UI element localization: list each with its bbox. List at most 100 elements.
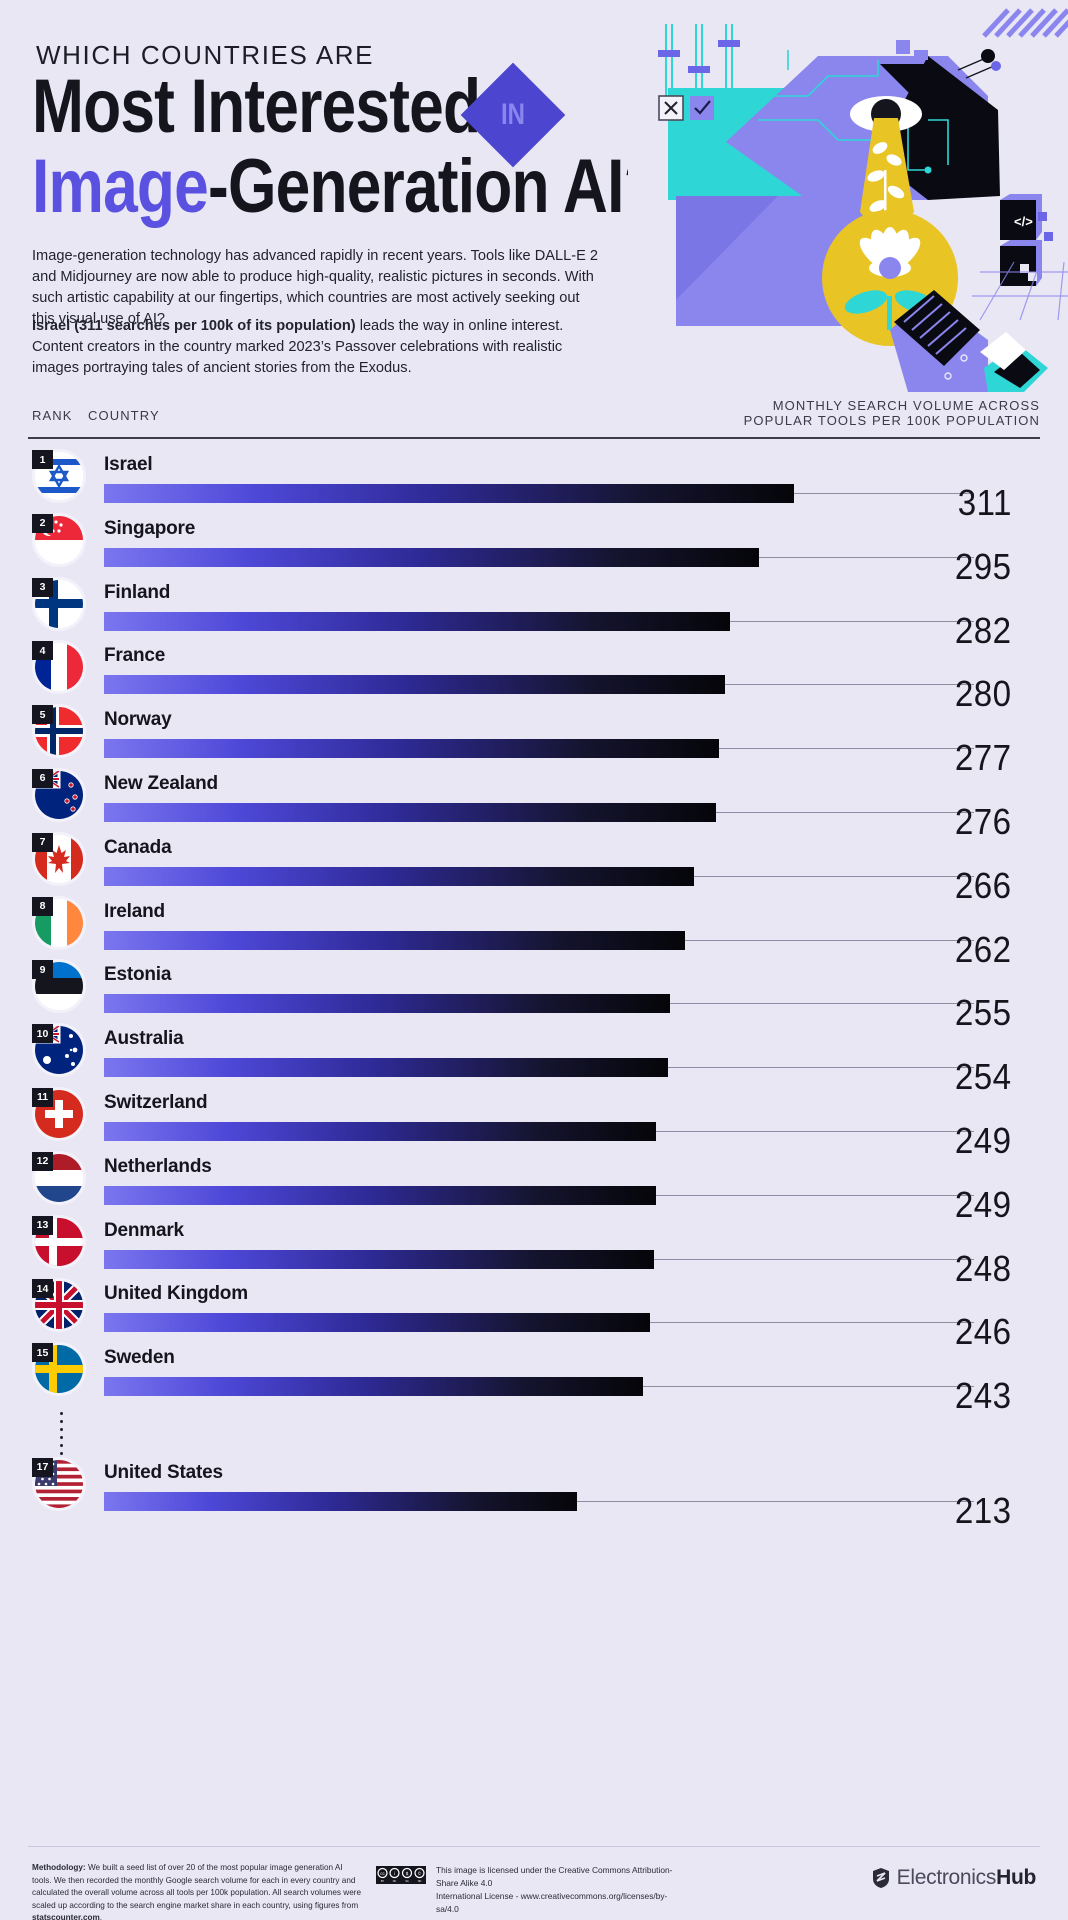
logo-light: Electronics (896, 1866, 997, 1889)
country-name: New Zealand (104, 772, 218, 794)
rank-badge: 11 (32, 1087, 53, 1107)
leader-line (725, 684, 974, 686)
value-bar (104, 1185, 657, 1205)
table-row: 1 Israel 311 (0, 448, 1068, 523)
logo-bold: Hub (996, 1866, 1036, 1889)
bar-track: 295 (104, 546, 1040, 587)
column-header-value-line1: MONTHLY SEARCH VOLUME ACROSS (772, 398, 1040, 413)
table-row: 13 Denmark 248 (0, 1214, 1068, 1289)
methodology-source: statscounter.com (32, 1913, 100, 1920)
bar-track: 276 (104, 801, 1040, 842)
value-bar (104, 484, 794, 503)
svg-text:NC: NC (393, 1880, 397, 1883)
electronicshub-logo[interactable]: ElectronicsHub (872, 1866, 1036, 1890)
value-label: 213 (955, 1489, 1012, 1531)
table-row: 10 Australia 254 (0, 1022, 1068, 1097)
country-name: Netherlands (104, 1155, 212, 1177)
value-label: 243 (955, 1375, 1012, 1417)
flag-wrap: 12 (32, 1151, 84, 1206)
leader-line (716, 811, 974, 813)
value-bar (104, 547, 759, 567)
table-row: 3 Finland 282 (0, 576, 1068, 651)
country-name: United States (104, 1461, 223, 1483)
flag-wrap: 11 (32, 1087, 84, 1142)
flag-wrap: 2 (32, 513, 84, 568)
table-row: 9 Estonia 255 (0, 958, 1068, 1033)
flag-wrap: 5 (32, 705, 84, 759)
value-bar (104, 739, 719, 759)
bar-track: 249 (104, 1184, 1040, 1225)
in-badge-label: IN (501, 98, 525, 131)
flag-wrap: 14 (32, 1279, 84, 1333)
rank-badge: 8 (32, 896, 53, 916)
page-title-line1: Most Interested (32, 64, 481, 149)
leader-line (718, 748, 974, 750)
country-name: Ireland (104, 900, 165, 922)
bar-track: 266 (104, 865, 1040, 906)
country-name: France (104, 645, 166, 667)
value-bar (104, 1058, 668, 1078)
value-bar (104, 611, 730, 631)
title-line2-rest: -Generation AI? (208, 144, 662, 229)
leader-line (649, 1322, 974, 1324)
leader-line (654, 1258, 974, 1260)
value-bar (104, 1377, 644, 1397)
svg-text:SA: SA (405, 1880, 409, 1883)
table-row: 2 Singapore 295 (0, 512, 1068, 587)
license-line2: International License - www.creativecomm… (436, 1891, 668, 1914)
country-name: Australia (104, 1028, 184, 1050)
illustration-svg: </> (628, 0, 1068, 392)
country-name: Denmark (104, 1219, 184, 1241)
rank-badge: 15 (32, 1343, 53, 1363)
bar-track: 277 (104, 737, 1040, 778)
bar-track: 246 (104, 1311, 1040, 1352)
title-accent-word: Image (32, 144, 209, 229)
table-row: 4 France 280 (0, 639, 1068, 714)
leader-line (669, 1003, 974, 1005)
bar-track: 262 (104, 929, 1040, 970)
rank-badge: 4 (32, 641, 53, 661)
ranking-rows: 1 Israel 311 2 Singapore 295 3 Finland 282 4 Franc… (0, 448, 1068, 1531)
country-name: Israel (104, 454, 153, 475)
flag-wrap: 3 (32, 577, 84, 632)
flag-wrap: 7 (32, 832, 84, 887)
bar-track: 254 (104, 1056, 1040, 1097)
highlight-bold: Israel (311 searches per 100k of its pop… (32, 318, 356, 334)
value-bar (104, 1121, 657, 1141)
flag-wrap: 9 (32, 960, 84, 1014)
leader-line (667, 1067, 974, 1069)
table-row: 15 Sweden 243 (0, 1341, 1068, 1416)
license-text: This image is licensed under the Creativ… (436, 1864, 686, 1916)
rank-badge: 2 (32, 513, 53, 533)
bar-track: 255 (104, 992, 1040, 1033)
flag-wrap: 13 (32, 1215, 84, 1270)
leader-line (656, 1130, 974, 1132)
highlight-paragraph: Israel (311 searches per 100k of its pop… (32, 316, 602, 379)
robot-hands-illustration: </> (628, 0, 1068, 392)
svg-text:BY: BY (381, 1880, 385, 1883)
column-header-rank: RANK (32, 408, 73, 423)
rank-badge: 7 (32, 832, 53, 852)
flag-wrap: 6 (32, 768, 84, 823)
leader-line (576, 1500, 974, 1502)
value-bar (104, 866, 695, 886)
rank-badge: 13 (32, 1215, 53, 1235)
country-name: Canada (104, 836, 172, 858)
flag-wrap: 17 (32, 1457, 84, 1512)
leader-line (694, 875, 974, 877)
country-name: Estonia (104, 964, 172, 986)
bar-track: 311 (104, 482, 1040, 523)
bar-track: 243 (104, 1375, 1040, 1416)
rank-gap-dots (60, 1412, 63, 1455)
leader-line (758, 556, 974, 558)
svg-text:ND: ND (418, 1880, 422, 1883)
column-header-country: COUNTRY (88, 408, 160, 423)
rank-badge: 6 (32, 768, 53, 788)
value-bar (104, 675, 726, 695)
rank-badge: 14 (32, 1279, 53, 1299)
bar-track: 248 (104, 1248, 1040, 1289)
country-name: Switzerland (104, 1091, 208, 1113)
infographic-page: WHICH COUNTRIES ARE Most Interested Imag… (0, 0, 1068, 1920)
creative-commons-icon: cc i $ © BY NC SA ND (376, 1866, 426, 1884)
svg-text:i: i (394, 1871, 395, 1876)
